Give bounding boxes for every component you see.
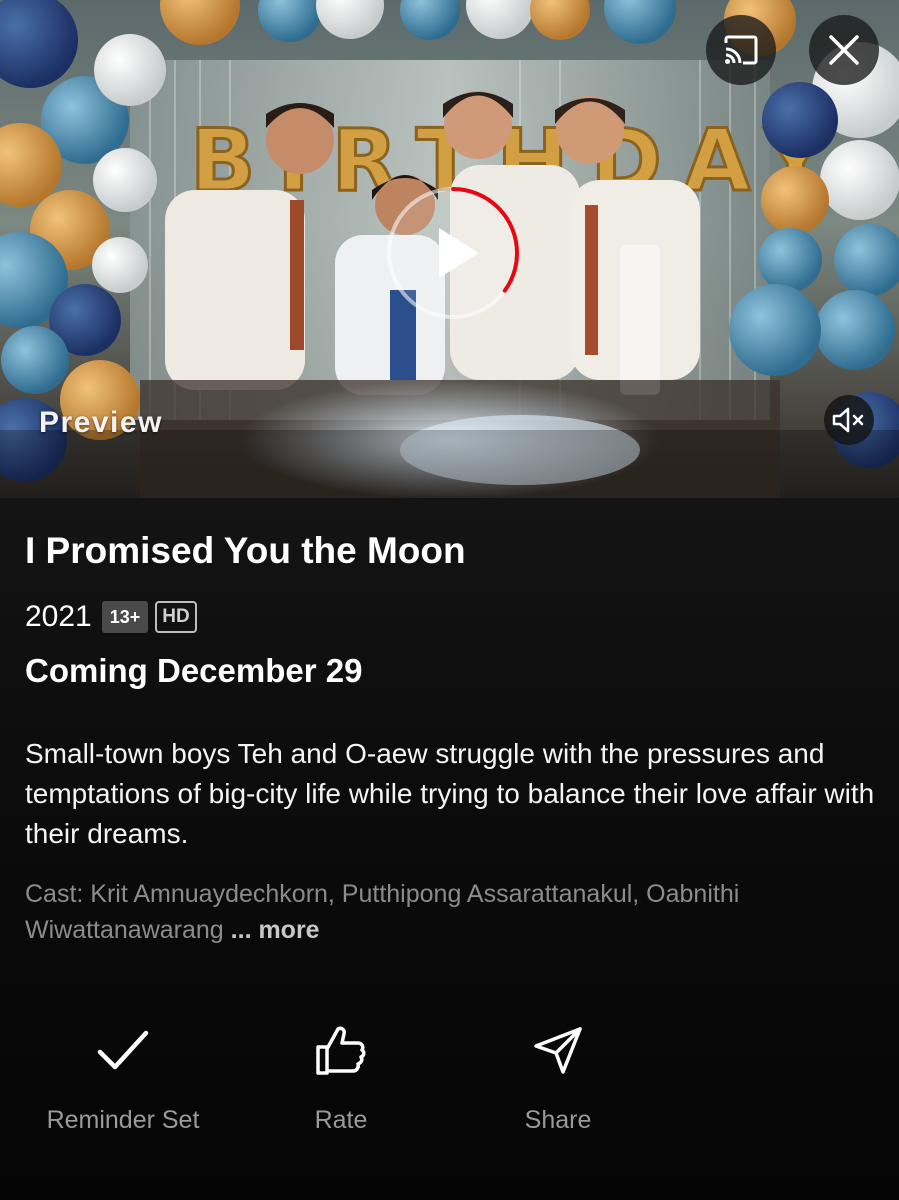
checkmark-icon	[97, 1030, 149, 1070]
send-icon	[534, 1027, 582, 1074]
muted-speaker-icon	[832, 407, 864, 433]
cast-button[interactable]	[706, 15, 776, 85]
close-icon	[829, 35, 859, 65]
maturity-rating-badge: 13+	[101, 601, 149, 633]
thumbs-up-icon	[316, 1026, 366, 1075]
cast-text: Cast: Krit Amnuaydechkorn, Putthipong As…	[25, 880, 740, 944]
release-date-text: Coming December 29	[25, 652, 363, 689]
show-title: I Promised You the Moon	[25, 530, 466, 571]
cast-list[interactable]: Cast: Krit Amnuaydechkorn, Putthipong As…	[25, 876, 875, 948]
release-year: 2021	[25, 600, 92, 633]
rate-button[interactable]: Rate	[241, 1020, 441, 1135]
reminder-set-button[interactable]: Reminder Set	[23, 1020, 223, 1135]
close-button[interactable]	[809, 15, 879, 85]
synopsis-text: Small-town boys Teh and O-aew struggle w…	[25, 738, 875, 849]
hd-badge: HD	[155, 601, 197, 633]
cast-icon	[724, 35, 758, 65]
rate-label: Rate	[314, 1106, 368, 1134]
preview-player[interactable]: BIRTHDAY Preview	[0, 0, 899, 498]
reminder-set-label: Reminder Set	[46, 1106, 200, 1134]
share-label: Share	[524, 1106, 592, 1134]
share-button[interactable]: Share	[458, 1020, 658, 1135]
metadata-row: 2021 13+ HD	[25, 598, 197, 636]
preview-label: Preview	[39, 406, 163, 439]
mute-toggle-button[interactable]	[824, 395, 874, 445]
play-button[interactable]	[383, 183, 523, 323]
cast-more-link[interactable]: ... more	[231, 916, 320, 944]
